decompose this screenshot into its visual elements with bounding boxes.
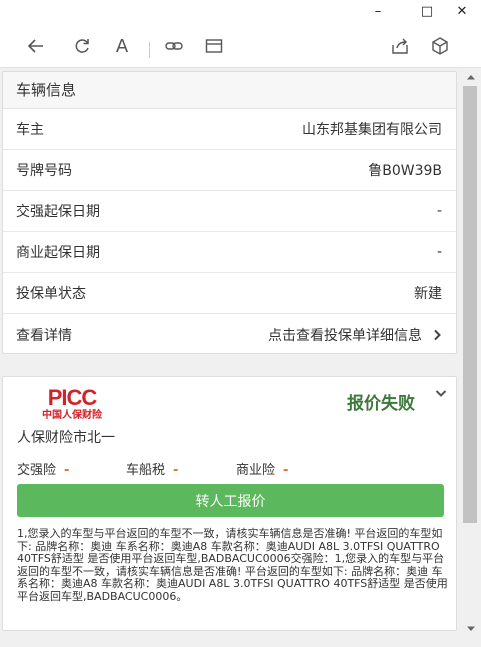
vehicle-info-title: 车辆信息 xyxy=(3,72,456,109)
link-icon xyxy=(165,42,183,50)
browser-toolbar: A xyxy=(0,22,481,68)
row-label: 查看详情 xyxy=(16,327,72,344)
package-icon xyxy=(432,37,448,55)
tax-label: 商业险 xyxy=(236,463,276,478)
tax-commercial: 商业险 - xyxy=(236,459,288,478)
view-details-text: 点击查看投保单详细信息 xyxy=(268,327,422,344)
font-button[interactable]: A xyxy=(110,34,134,58)
row-value: 新建 xyxy=(414,286,442,302)
link-button[interactable] xyxy=(162,34,186,58)
card-button[interactable] xyxy=(202,34,226,58)
vehicle-row-plate: 号牌号码 鲁B0W39B xyxy=(3,150,456,191)
quote-status: 报价失败 xyxy=(347,394,415,414)
refresh-button[interactable] xyxy=(70,34,94,58)
insurer-branch: 人保财险市北一 xyxy=(17,430,115,446)
vehicle-row-compulsory-date: 交强起保日期 - xyxy=(3,191,456,232)
window-titlebar: – □ ✕ xyxy=(0,0,481,22)
vehicle-row-policy-status: 投保单状态 新建 xyxy=(3,273,456,314)
vehicle-row-owner: 车主 山东邦基集团有限公司 xyxy=(3,109,456,150)
vehicle-row-commercial-date: 商业起保日期 - xyxy=(3,232,456,273)
tax-value: - xyxy=(283,463,289,478)
page-content: 车辆信息 车主 山东邦基集团有限公司 号牌号码 鲁B0W39B 交强起保日期 -… xyxy=(0,69,461,647)
row-label: 号牌号码 xyxy=(16,163,72,179)
close-button[interactable]: ✕ xyxy=(449,2,475,20)
tax-value: - xyxy=(173,463,179,478)
picc-logo-subtext: 中国人保财险 xyxy=(42,410,102,421)
card-icon xyxy=(205,39,223,53)
tax-label: 交强险 xyxy=(17,463,57,478)
row-value: - xyxy=(436,244,442,260)
maximize-button[interactable]: □ xyxy=(414,2,440,20)
scrollbar-thumb[interactable] xyxy=(463,86,477,523)
vertical-scrollbar[interactable] xyxy=(461,69,481,647)
share-icon xyxy=(392,38,408,54)
scroll-down-icon[interactable] xyxy=(466,625,476,633)
row-value: 鲁B0W39B xyxy=(368,163,442,179)
vehicle-info-card: 车辆信息 车主 山东邦基集团有限公司 号牌号码 鲁B0W39B 交强起保日期 -… xyxy=(2,71,457,354)
scroll-up-icon[interactable] xyxy=(466,73,476,81)
toolbar-separator xyxy=(149,42,150,58)
manual-quote-button[interactable]: 转人工报价 xyxy=(17,484,444,517)
row-value: 山东邦基集团有限公司 xyxy=(302,122,442,138)
package-button[interactable] xyxy=(428,34,452,58)
row-label: 商业起保日期 xyxy=(16,245,100,261)
tax-vehicle-vessel: 车船税 - xyxy=(126,459,178,478)
chevron-down-icon[interactable] xyxy=(435,389,447,399)
picc-logo-text: PICC xyxy=(47,385,98,410)
font-icon: A xyxy=(115,35,129,57)
tax-value: - xyxy=(64,463,70,478)
share-button[interactable] xyxy=(388,34,412,58)
row-label: 投保单状态 xyxy=(16,286,86,302)
minimize-button[interactable]: – xyxy=(365,2,391,20)
row-label: 交强起保日期 xyxy=(16,204,100,220)
back-button[interactable] xyxy=(24,34,48,58)
chevron-right-icon xyxy=(434,329,441,340)
picc-logo: PICC 中国人保财险 xyxy=(31,387,113,425)
row-label: 车主 xyxy=(16,122,44,138)
refresh-icon xyxy=(75,39,89,53)
row-value: - xyxy=(436,203,442,219)
quote-card: PICC 中国人保财险 人保财险市北一 报价失败 交强险 - 车船税 - 商业险 - … xyxy=(2,376,457,631)
view-details-link[interactable]: 点击查看投保单详细信息 xyxy=(268,325,442,345)
tax-compulsory: 交强险 - xyxy=(17,459,69,478)
arrow-left-icon xyxy=(27,39,43,53)
error-message: 1,您录入的车型与平台返回的车型不一致，请核实车辆信息是否准确! 平台返回的车型… xyxy=(17,527,448,603)
vehicle-row-details[interactable]: 查看详情 点击查看投保单详细信息 xyxy=(3,314,456,355)
tax-label: 车船税 xyxy=(126,463,166,478)
